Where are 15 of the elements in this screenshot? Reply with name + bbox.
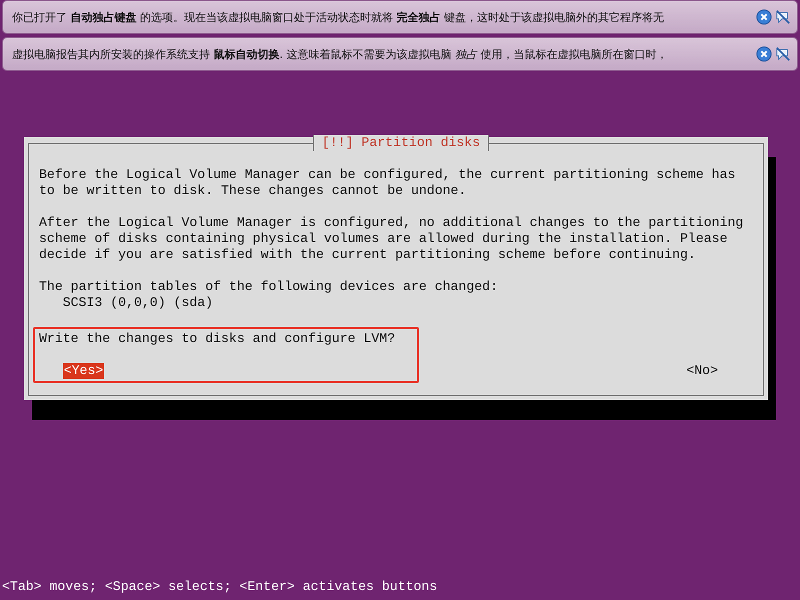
dialog-paragraph: Before the Logical Volume Manager can be configured, the current partitioning scheme has to be written to disk. These changes cannot be undone. bbox=[39, 167, 736, 199]
notification-text: 你已打开了 自动独占键盘 的选项。现在当该虚拟电脑窗口处于活动状态时就将 完全独占 键盘，这时处于该虚拟电脑外的其它程序将无 bbox=[12, 10, 665, 24]
devices-heading: The partition tables of the following devices are changed: bbox=[39, 279, 499, 295]
bubble-icon[interactable] bbox=[775, 46, 791, 62]
close-icon[interactable] bbox=[756, 46, 772, 62]
bubble-icon[interactable] bbox=[775, 9, 791, 25]
status-bar-text: <Tab> moves; <Space> selects; <Enter> activates buttons bbox=[1, 579, 438, 596]
close-icon[interactable] bbox=[756, 9, 772, 25]
dialog-title: [!!] Partition disks bbox=[312, 135, 490, 151]
dialog-button[interactable]: <No> bbox=[685, 363, 719, 379]
question-text: Write the changes to disks and configure LVM? bbox=[39, 331, 396, 347]
device-item: SCSI3 (0,0,0) (sda) bbox=[62, 295, 214, 311]
dialog-paragraph: After the Logical Volume Manager is configured, no additional changes to the partitioning scheme of disks containing physical volumes are allowed during the installation. Please decide if you are satisfied with the current partitioning scheme before continuing. bbox=[39, 215, 744, 263]
notification-text: 虚拟电脑报告其内所安装的操作系统支持 鼠标自动切换. 这意味着鼠标不需要为该虚拟电脑 独占 使用，当鼠标在虚拟电脑所在窗口时， bbox=[12, 46, 668, 62]
dialog-button[interactable]: <Yes> bbox=[62, 363, 104, 379]
